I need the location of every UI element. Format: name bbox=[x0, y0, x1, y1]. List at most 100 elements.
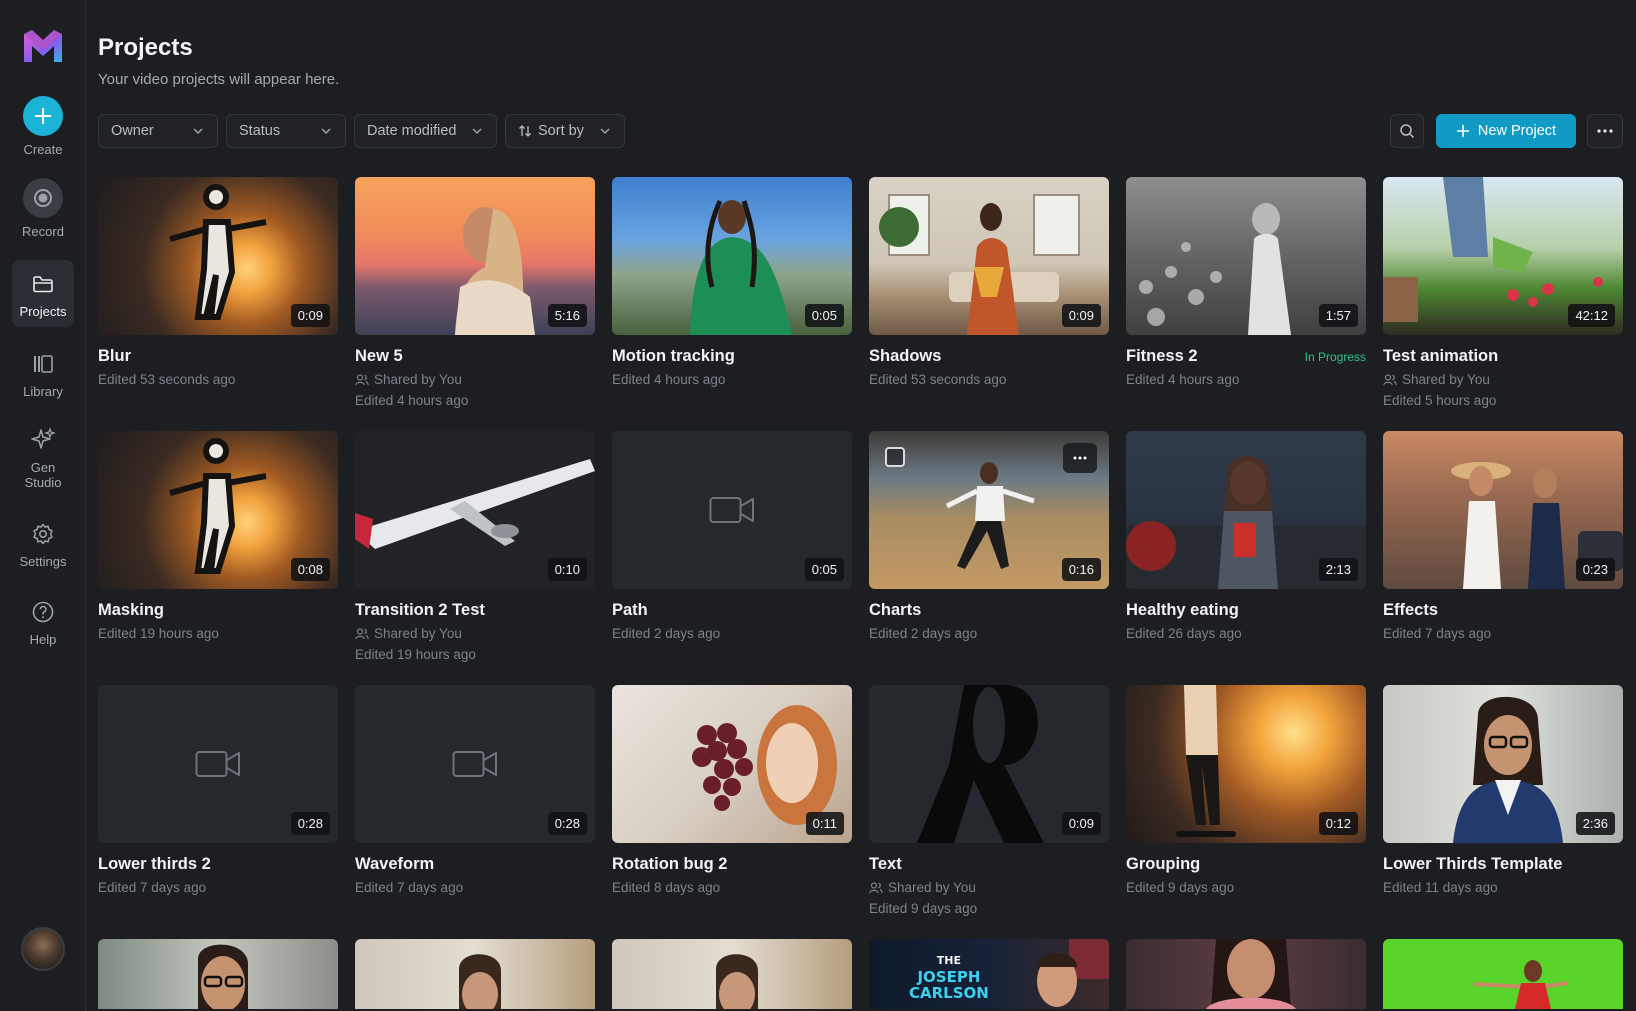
project-title[interactable]: Lower thirds 2 bbox=[98, 855, 211, 874]
overlay-line: THE bbox=[936, 954, 962, 967]
project-thumbnail[interactable]: 0:10 bbox=[355, 431, 595, 589]
sort-by-dropdown[interactable]: Sort by bbox=[505, 114, 625, 148]
project-thumbnail[interactable]: 0:12 bbox=[1126, 685, 1366, 843]
project-title[interactable]: Transition 2 Test bbox=[355, 601, 485, 620]
project-title[interactable]: Effects bbox=[1383, 601, 1438, 620]
shared-by-label: Shared by You bbox=[374, 372, 462, 387]
project-thumbnail[interactable] bbox=[612, 939, 852, 1009]
sidebar-item-library[interactable]: Library bbox=[12, 350, 74, 399]
project-title[interactable]: Blur bbox=[98, 347, 131, 366]
project-title[interactable]: Text bbox=[869, 855, 902, 874]
select-checkbox[interactable] bbox=[885, 447, 905, 467]
project-thumbnail[interactable]: 0:16 bbox=[869, 431, 1109, 589]
project-card[interactable]: 5:16 New 5 Shared by You Edited 4 hours … bbox=[355, 177, 595, 408]
person-portrait-icon bbox=[1206, 939, 1296, 1009]
date-modified-filter[interactable]: Date modified bbox=[354, 114, 497, 148]
project-thumbnail[interactable]: 2:36 bbox=[1383, 685, 1623, 843]
status-filter[interactable]: Status bbox=[226, 114, 346, 148]
project-title[interactable]: Lower Thirds Template bbox=[1383, 855, 1562, 874]
project-card[interactable]: 0:10 Transition 2 Test Shared by You Edi… bbox=[355, 431, 595, 662]
project-title[interactable]: Masking bbox=[98, 601, 164, 620]
project-card[interactable]: 0:09 Text Shared by You Edited 9 days ag… bbox=[869, 685, 1109, 916]
project-title[interactable]: Path bbox=[612, 601, 648, 620]
project-card[interactable]: 0:23 Effects Edited 7 days ago bbox=[1383, 431, 1623, 641]
project-card[interactable]: 0:09 Blur Edited 53 seconds ago bbox=[98, 177, 338, 387]
duration-badge: 0:05 bbox=[804, 304, 844, 327]
project-card[interactable]: 0:28 Waveform Edited 7 days ago bbox=[355, 685, 595, 895]
project-thumbnail[interactable] bbox=[1383, 939, 1623, 1009]
sidebar-item-record[interactable]: Record bbox=[12, 178, 74, 239]
project-title[interactable]: Healthy eating bbox=[1126, 601, 1239, 620]
project-title[interactable]: Test animation bbox=[1383, 347, 1498, 366]
edited-time: Edited 19 hours ago bbox=[98, 626, 219, 641]
owner-filter[interactable]: Owner bbox=[98, 114, 218, 148]
project-thumbnail[interactable]: 2:13 bbox=[1126, 431, 1366, 589]
project-title[interactable]: Charts bbox=[869, 601, 921, 620]
sidebar-item-label: Help bbox=[29, 632, 57, 647]
project-card[interactable]: 2:36 Lower Thirds Template Edited 11 day… bbox=[1383, 685, 1623, 895]
app-logo[interactable] bbox=[24, 30, 62, 62]
duration-badge: 0:05 bbox=[804, 558, 844, 581]
sidebar-item-help[interactable]: Help bbox=[12, 598, 74, 647]
page-title: Projects bbox=[98, 34, 193, 61]
project-thumbnail[interactable]: 0:11 bbox=[612, 685, 852, 843]
sidebar-item-create[interactable]: Create bbox=[12, 96, 74, 157]
project-card[interactable]: 2:13 Healthy eating Edited 26 days ago bbox=[1126, 431, 1366, 641]
duration-badge: 0:12 bbox=[1318, 812, 1358, 835]
project-card[interactable]: 0:09 Shadows Edited 53 seconds ago bbox=[869, 177, 1109, 387]
search-button[interactable] bbox=[1390, 114, 1424, 148]
project-thumbnail[interactable] bbox=[1126, 939, 1366, 1009]
project-thumbnail[interactable]: THE JOSEPH CARLSON bbox=[869, 939, 1109, 1009]
project-thumbnail[interactable]: 0:05 bbox=[612, 431, 852, 589]
project-card[interactable]: 0:28 Lower thirds 2 Edited 7 days ago bbox=[98, 685, 338, 895]
card-menu-button[interactable] bbox=[1063, 443, 1097, 473]
project-card[interactable]: 0:08 Masking Edited 19 hours ago bbox=[98, 431, 338, 641]
project-card[interactable]: 42:12 Test animation Shared by You Edite… bbox=[1383, 177, 1623, 408]
project-thumbnail[interactable]: 0:09 bbox=[869, 685, 1109, 843]
sort-by-label: Sort by bbox=[538, 123, 584, 139]
sidebar-item-settings[interactable]: Settings bbox=[12, 520, 74, 569]
users-icon bbox=[1383, 373, 1397, 385]
project-thumbnail[interactable]: 0:09 bbox=[869, 177, 1109, 335]
project-thumbnail[interactable]: 0:08 bbox=[98, 431, 338, 589]
project-thumbnail[interactable]: 1:57 bbox=[1126, 177, 1366, 335]
project-title[interactable]: Shadows bbox=[869, 347, 941, 366]
record-icon bbox=[23, 178, 63, 218]
project-thumbnail[interactable]: 0:23 bbox=[1383, 431, 1623, 589]
project-card[interactable]: 0:05 Path Edited 2 days ago bbox=[612, 431, 852, 641]
duration-badge: 0:28 bbox=[290, 812, 330, 835]
person-portrait-icon bbox=[716, 954, 758, 1009]
duration-badge: 1:57 bbox=[1318, 304, 1358, 327]
project-thumbnail[interactable] bbox=[98, 939, 338, 1009]
project-card[interactable]: 0:16 Charts Edited 2 days ago bbox=[869, 431, 1109, 641]
new-project-button[interactable]: New Project bbox=[1436, 114, 1576, 148]
sidebar-item-projects[interactable]: Projects bbox=[12, 260, 74, 327]
more-options-button[interactable] bbox=[1587, 114, 1623, 148]
avatar[interactable] bbox=[21, 927, 65, 971]
project-thumbnail[interactable]: 5:16 bbox=[355, 177, 595, 335]
chevron-down-icon bbox=[321, 128, 331, 135]
duration-badge: 2:36 bbox=[1575, 812, 1615, 835]
sort-icon bbox=[519, 125, 531, 137]
overlay-line: JOSEPH bbox=[917, 968, 981, 986]
video-camera-icon bbox=[452, 751, 497, 777]
project-card[interactable]: 0:11 Rotation bug 2 Edited 8 days ago bbox=[612, 685, 852, 895]
project-thumbnail[interactable]: 0:05 bbox=[612, 177, 852, 335]
project-thumbnail[interactable] bbox=[355, 939, 595, 1009]
edited-time: Edited 53 seconds ago bbox=[869, 372, 1007, 387]
project-card[interactable]: 0:05 Motion tracking Edited 4 hours ago bbox=[612, 177, 852, 387]
project-thumbnail[interactable]: 0:28 bbox=[355, 685, 595, 843]
project-title[interactable]: Waveform bbox=[355, 855, 434, 874]
project-title[interactable]: New 5 bbox=[355, 347, 403, 366]
chevron-down-icon bbox=[193, 128, 203, 135]
project-card[interactable]: 0:12 Grouping Edited 9 days ago bbox=[1126, 685, 1366, 895]
project-title[interactable]: Fitness 2 bbox=[1126, 347, 1198, 366]
project-thumbnail[interactable]: 0:09 bbox=[98, 177, 338, 335]
project-thumbnail[interactable]: 42:12 bbox=[1383, 177, 1623, 335]
project-title[interactable]: Rotation bug 2 bbox=[612, 855, 727, 874]
project-title[interactable]: Grouping bbox=[1126, 855, 1200, 874]
sidebar-item-gen-studio[interactable]: Gen Studio bbox=[12, 426, 74, 490]
project-thumbnail[interactable]: 0:28 bbox=[98, 685, 338, 843]
project-title[interactable]: Motion tracking bbox=[612, 347, 735, 366]
project-card[interactable]: 1:57 Fitness 2 In Progress Edited 4 hour… bbox=[1126, 177, 1366, 387]
